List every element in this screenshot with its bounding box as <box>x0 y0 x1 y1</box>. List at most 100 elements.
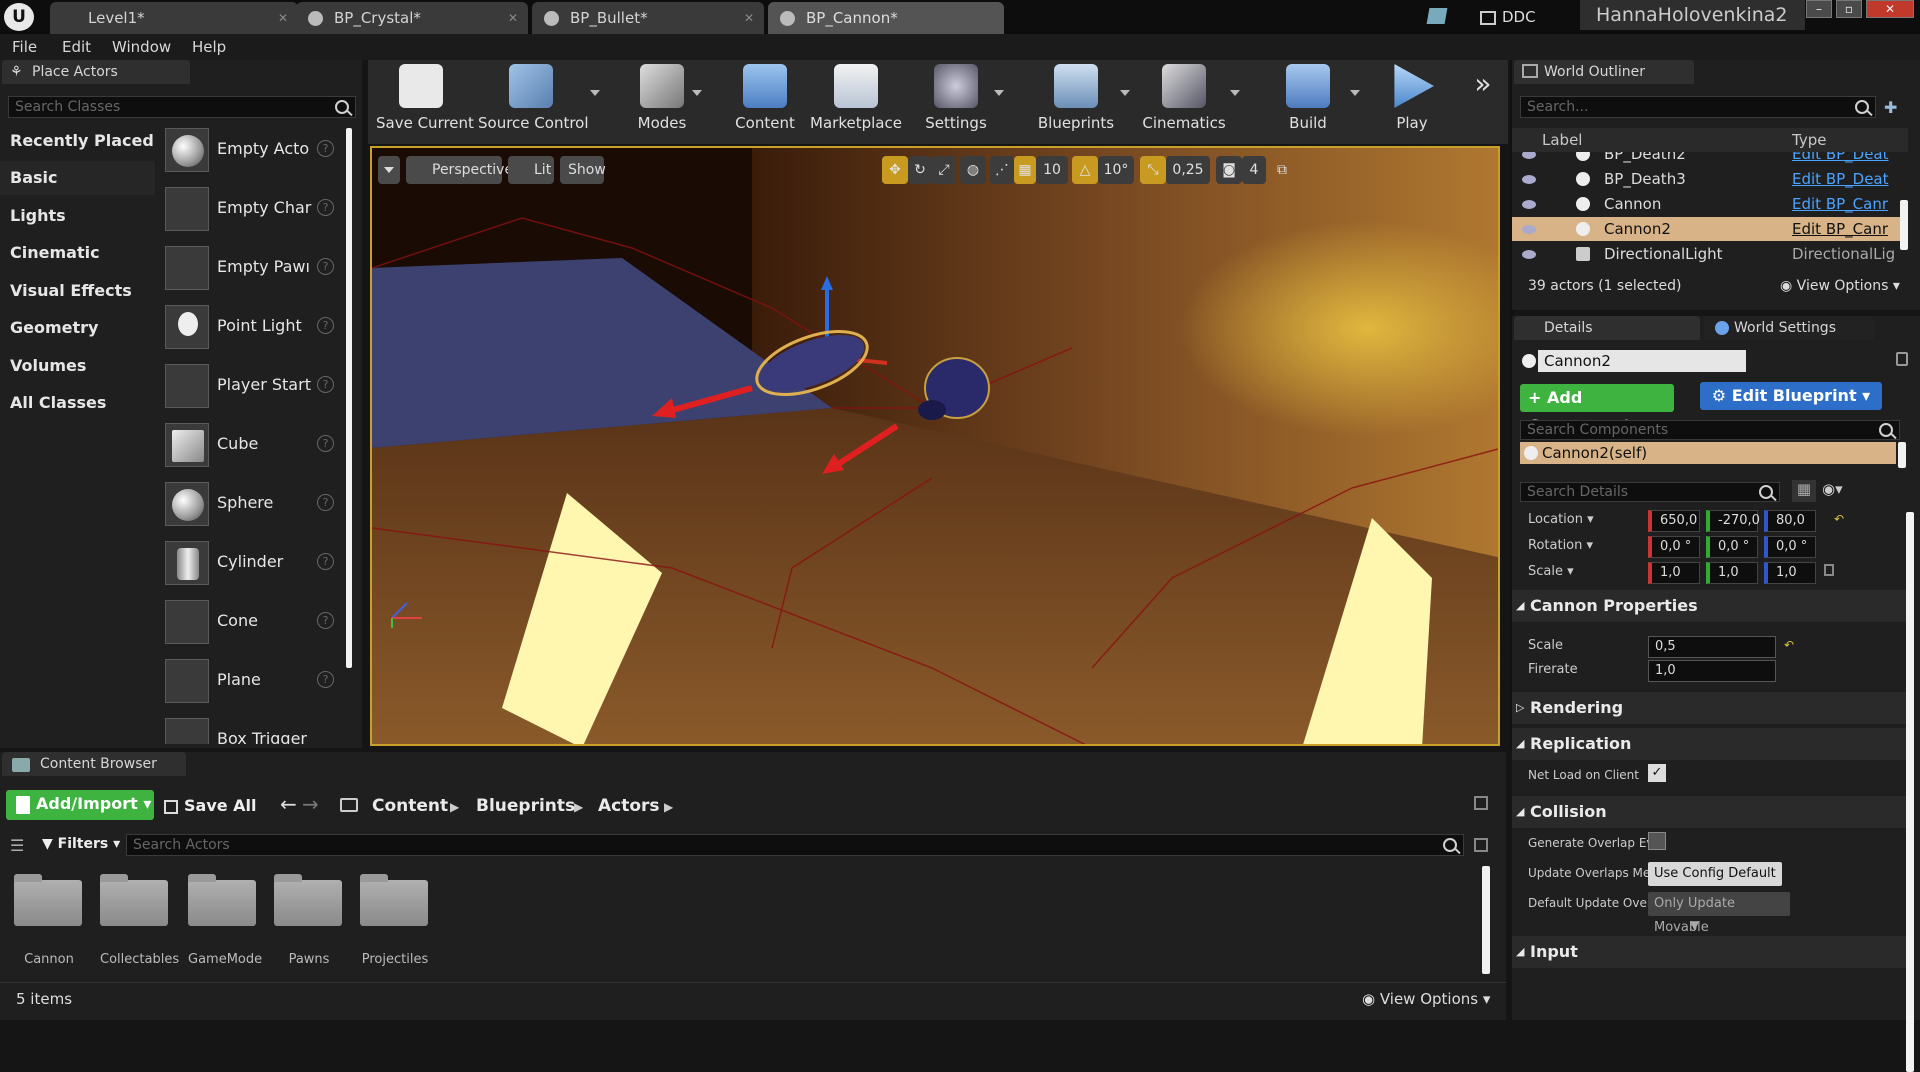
search-components-input[interactable]: Search Components <box>1520 420 1900 440</box>
grid-snap-icon[interactable]: ▦ <box>1014 156 1036 184</box>
category-all-classes[interactable]: All Classes <box>0 386 155 420</box>
blueprints-button[interactable]: Blueprints <box>1034 64 1118 140</box>
unreal-logo-icon[interactable]: U <box>4 3 34 31</box>
help-icon[interactable]: ? <box>317 258 334 275</box>
help-icon[interactable]: ? <box>317 671 334 688</box>
world-space-icon[interactable]: ◍ <box>960 156 986 184</box>
settings-button[interactable]: Settings <box>920 64 992 140</box>
row-type-link[interactable]: Edit BP_Deat <box>1792 167 1896 191</box>
add-folder-icon[interactable]: ✚ <box>1884 98 1904 117</box>
tab-bp-crystal[interactable]: BP_Crystal* ✕ <box>296 2 528 34</box>
location-z-field[interactable]: 80,0 <box>1764 510 1816 532</box>
save-current-button[interactable]: Save Current <box>376 64 474 140</box>
back-arrow-icon[interactable]: ← <box>280 792 300 816</box>
close-icon[interactable]: ✕ <box>278 2 288 34</box>
actor-name-field[interactable]: Cannon2 <box>1538 350 1746 372</box>
menu-edit[interactable]: Edit <box>62 34 91 60</box>
translate-mode-icon[interactable]: ✥ <box>882 156 908 184</box>
help-icon[interactable]: ? <box>317 553 334 570</box>
surface-snap-icon[interactable]: ⋰ <box>990 156 1014 184</box>
help-icon[interactable]: ? <box>317 140 334 157</box>
scale-z-field[interactable]: 1,0 <box>1764 562 1816 584</box>
source-control-button[interactable]: Source Control <box>478 64 589 140</box>
outliner-search-input[interactable]: Search... <box>1520 96 1876 118</box>
content-view-options-button[interactable]: ◉ View Options ▾ <box>1362 990 1490 1008</box>
scale-snap-icon[interactable]: ⤡ <box>1140 156 1166 184</box>
folder-projectiles[interactable]: Projectiles <box>360 874 430 967</box>
save-search-icon[interactable] <box>1474 838 1488 852</box>
outliner-scrollbar[interactable] <box>1900 200 1908 250</box>
list-item[interactable]: Cylinder? <box>159 537 339 589</box>
details-scrollbar[interactable] <box>1906 512 1914 1072</box>
reset-arrow-icon[interactable]: ↶ <box>1784 638 1794 652</box>
section-collision[interactable]: ◢ Collision <box>1512 796 1908 828</box>
add-component-button[interactable]: + Add Component ▾ <box>1520 384 1674 435</box>
table-row[interactable]: BP_Death3 Edit BP_Deat <box>1512 167 1908 191</box>
eye-icon[interactable] <box>1522 175 1536 184</box>
eye-icon[interactable] <box>1522 200 1536 209</box>
actor-list-scrollbar[interactable] <box>346 128 352 668</box>
breadcrumb-actors[interactable]: Actors <box>598 796 660 816</box>
section-input[interactable]: ◢ Input <box>1512 936 1908 968</box>
camera-speed-value[interactable]: 4 <box>1242 156 1266 184</box>
rotation-z-field[interactable]: 0,0 ° <box>1764 536 1816 558</box>
table-row[interactable]: DirectionalLight DirectionalLigh <box>1512 242 1908 266</box>
scale-mode-icon[interactable]: ⤢ <box>932 156 956 184</box>
rotation-snap-icon[interactable]: △ <box>1072 156 1098 184</box>
breadcrumb-separator-icon[interactable]: ▶ <box>574 800 583 814</box>
show-button[interactable]: Show <box>560 156 606 184</box>
forward-arrow-icon[interactable]: → <box>302 792 322 816</box>
eye-icon[interactable] <box>1522 250 1536 259</box>
scale-label[interactable]: Scale ▾ <box>1528 564 1574 579</box>
category-lights[interactable]: Lights <box>0 199 155 233</box>
tab-details[interactable]: Details <box>1514 316 1700 340</box>
list-item[interactable]: Box Trigger <box>159 714 339 744</box>
place-actors-tab[interactable]: Place Actors <box>2 60 190 84</box>
filters-button[interactable]: ▼ Filters ▾ <box>42 836 122 852</box>
viewport-options-button[interactable] <box>378 156 400 184</box>
row-type-link[interactable]: Edit BP_Canr <box>1792 192 1896 216</box>
view-options-button[interactable]: ◉ View Options ▾ <box>1780 278 1900 294</box>
ddc-indicator[interactable]: DDC <box>1480 4 1580 30</box>
list-item[interactable]: Point Light? <box>159 301 339 353</box>
cannon-scale-field[interactable]: 0,5 <box>1648 636 1776 658</box>
reset-arrow-icon[interactable]: ↶ <box>1834 512 1844 526</box>
eye-icon[interactable] <box>1522 225 1536 234</box>
scale-x-field[interactable]: 1,0 <box>1648 562 1700 584</box>
location-label[interactable]: Location ▾ <box>1528 512 1594 527</box>
list-item[interactable]: Empty Pawı? <box>159 242 339 294</box>
perspective-button[interactable]: Perspective <box>406 156 513 184</box>
category-volumes[interactable]: Volumes <box>0 349 155 383</box>
level-viewport[interactable]: Perspective Lit Show ✥ ↻ ⤢ ◍ ⋰ ▦ 10 △ 10… <box>370 146 1500 746</box>
scale-snap-value[interactable]: 0,25 <box>1166 156 1210 184</box>
search-classes-input[interactable]: Search Classes <box>8 96 356 118</box>
chevron-down-icon[interactable] <box>1120 90 1130 96</box>
list-item[interactable]: Cube? <box>159 419 339 471</box>
folder-cannon[interactable]: Cannon <box>14 874 84 967</box>
table-row[interactable]: Cannon Edit BP_Canr <box>1512 192 1908 216</box>
column-label[interactable]: Label <box>1542 128 1582 152</box>
content-scrollbar[interactable] <box>1482 866 1490 974</box>
help-icon[interactable]: ? <box>317 376 334 393</box>
source-control-status-icon[interactable] <box>1426 8 1448 24</box>
grid-view-icon[interactable]: ▦ <box>1792 480 1816 502</box>
location-y-field[interactable]: -270,0 <box>1706 510 1760 532</box>
menu-window[interactable]: Window <box>112 34 171 60</box>
list-item[interactable]: Player Start? <box>159 360 339 412</box>
close-icon[interactable]: ✕ <box>508 2 518 34</box>
lock-icon[interactable] <box>1824 564 1834 576</box>
chevron-down-icon[interactable] <box>1230 90 1240 96</box>
breadcrumb-separator-icon[interactable]: ▶ <box>450 800 459 814</box>
category-geometry[interactable]: Geometry <box>0 311 155 345</box>
close-icon[interactable]: ✕ <box>744 2 754 34</box>
maximize-button[interactable]: ▫ <box>1836 0 1862 18</box>
component-self[interactable]: Cannon2(self) <box>1520 442 1896 464</box>
edit-blueprint-button[interactable]: ⚙ Edit Blueprint ▾ <box>1700 382 1882 410</box>
update-overlaps-dropdown[interactable]: Use Config Default <box>1648 862 1782 886</box>
menu-help[interactable]: Help <box>192 34 226 60</box>
generate-overlap-checkbox[interactable] <box>1648 832 1666 850</box>
camera-speed-icon[interactable]: ◙ <box>1216 156 1242 184</box>
rotate-mode-icon[interactable]: ↻ <box>908 156 932 184</box>
help-icon[interactable]: ? <box>317 494 334 511</box>
help-icon[interactable]: ? <box>317 317 334 334</box>
